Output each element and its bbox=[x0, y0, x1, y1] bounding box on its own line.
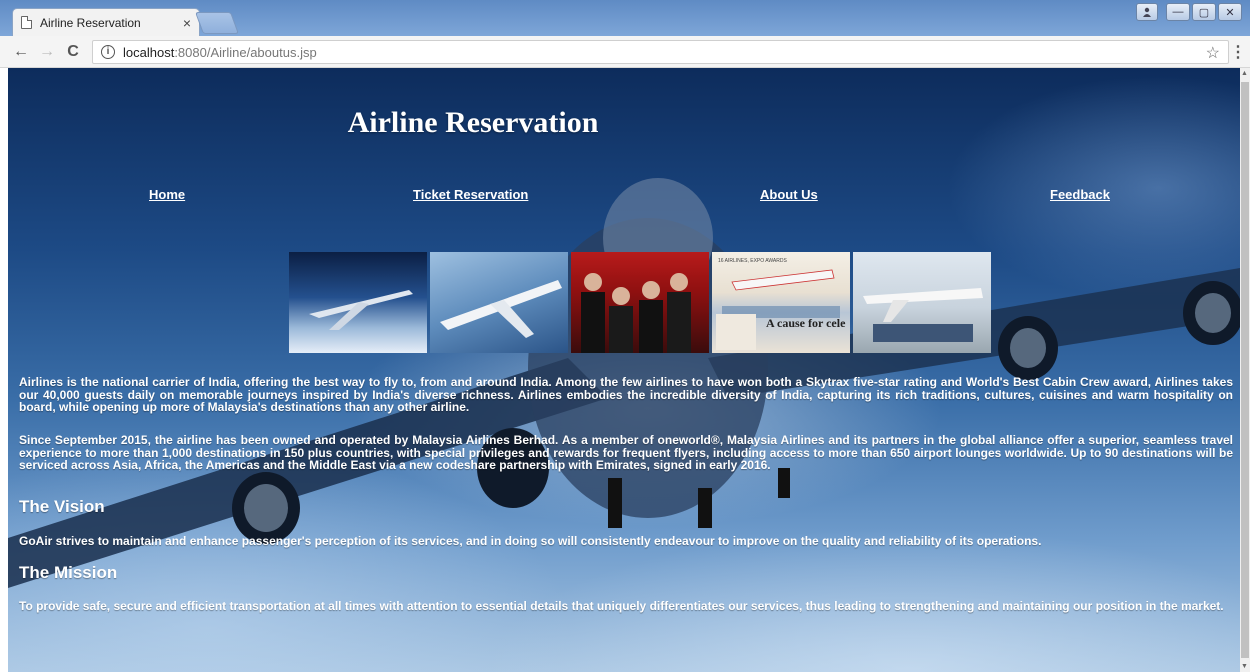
nav-home-link[interactable]: Home bbox=[149, 187, 185, 202]
about-paragraph-1: Airlines is the national carrier of Indi… bbox=[19, 375, 1233, 414]
scroll-down-arrow[interactable]: ▼ bbox=[1241, 663, 1248, 670]
mission-heading: The Mission bbox=[19, 563, 118, 582]
bookmark-star-icon[interactable]: ☆ bbox=[1206, 43, 1220, 63]
nav-feedback-link[interactable]: Feedback bbox=[1050, 187, 1110, 202]
airplane-in-flight-photo bbox=[289, 252, 427, 353]
mission-text: To provide safe, secure and efficient tr… bbox=[19, 599, 1224, 613]
scroll-thumb[interactable] bbox=[1241, 82, 1249, 658]
nav-about-us-link[interactable]: About Us bbox=[760, 187, 818, 202]
tab-title: Airline Reservation bbox=[40, 15, 141, 30]
newspaper-caption: A cause for cele bbox=[766, 316, 846, 330]
vision-text: GoAir strives to maintain and enhance pa… bbox=[19, 534, 1042, 548]
aircraft-crew-photo bbox=[853, 252, 991, 353]
vision-heading: The Vision bbox=[19, 497, 105, 516]
browser-toolbar: ← → C i localhost:8080/Airline/aboutus.j… bbox=[0, 36, 1250, 68]
user-profile-icon[interactable] bbox=[1136, 3, 1158, 21]
window-controls: — ▢ ✕ bbox=[1136, 3, 1242, 21]
page-scrollbar[interactable]: ▲ ▼ bbox=[1240, 68, 1250, 672]
airline-executives-photo bbox=[571, 252, 709, 353]
page-viewport: Airline Reservation Home Ticket Reservat… bbox=[8, 68, 1240, 672]
info-icon[interactable]: i bbox=[101, 45, 115, 59]
url-host: localhost bbox=[123, 44, 175, 60]
forward-button[interactable]: → bbox=[34, 43, 60, 61]
newspaper-clipping-photo: 16 AIRLINES, EXPO AWARDS A cause for cel… bbox=[712, 252, 850, 353]
minimize-button[interactable]: — bbox=[1166, 3, 1190, 21]
tab-close-icon[interactable]: × bbox=[183, 15, 191, 31]
reload-button[interactable]: C bbox=[60, 43, 86, 61]
back-button[interactable]: ← bbox=[8, 43, 34, 61]
about-paragraph-2: Since September 2015, the airline has be… bbox=[19, 433, 1233, 472]
nav-ticket-reservation-link[interactable]: Ticket Reservation bbox=[413, 187, 528, 202]
close-window-button[interactable]: ✕ bbox=[1218, 3, 1242, 21]
maximize-button[interactable]: ▢ bbox=[1192, 3, 1216, 21]
browser-tab[interactable]: Airline Reservation × bbox=[12, 8, 200, 36]
address-bar[interactable]: i localhost:8080/Airline/aboutus.jsp ☆ bbox=[92, 40, 1229, 64]
new-tab-button[interactable] bbox=[194, 12, 240, 34]
scroll-up-arrow[interactable]: ▲ bbox=[1241, 70, 1248, 77]
photo-gallery: 16 AIRLINES, EXPO AWARDS A cause for cel… bbox=[289, 252, 991, 353]
page-icon bbox=[21, 16, 32, 29]
airplane-closeup-photo bbox=[430, 252, 568, 353]
browser-tabstrip: Airline Reservation × — ▢ ✕ bbox=[0, 0, 1250, 36]
site-title: Airline Reservation bbox=[347, 106, 599, 139]
browser-menu-icon[interactable]: ⋮ bbox=[1230, 42, 1246, 62]
url-path: :8080/Airline/aboutus.jsp bbox=[174, 44, 317, 60]
